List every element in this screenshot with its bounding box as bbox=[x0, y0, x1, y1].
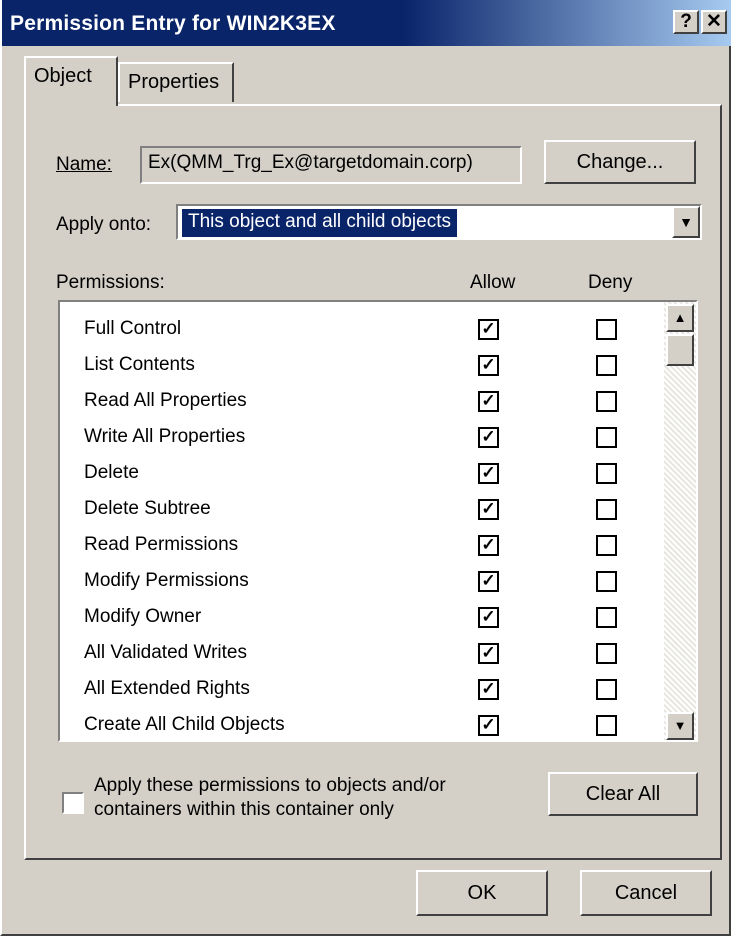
permission-row: Modify Permissions ✓ bbox=[60, 564, 660, 600]
permission-row: All Validated Writes ✓ bbox=[60, 636, 660, 672]
deny-checkbox[interactable] bbox=[596, 571, 617, 592]
allow-checkbox[interactable]: ✓ bbox=[478, 571, 499, 592]
tab-object[interactable]: Object bbox=[24, 56, 118, 106]
permission-name: Read All Properties bbox=[84, 390, 247, 411]
permission-row: Read All Properties ✓ bbox=[60, 384, 660, 420]
permission-name: All Validated Writes bbox=[84, 642, 247, 663]
allow-checkbox[interactable]: ✓ bbox=[478, 679, 499, 700]
deny-checkbox[interactable] bbox=[596, 679, 617, 700]
apply-container-only-checkbox[interactable] bbox=[62, 792, 84, 814]
permission-name: Modify Owner bbox=[84, 606, 202, 627]
dropdown-arrow-button[interactable]: ▼ bbox=[672, 206, 700, 238]
close-button[interactable]: ✕ bbox=[701, 10, 727, 34]
deny-checkbox[interactable] bbox=[596, 319, 617, 340]
apply-container-only-line1: Apply these permissions to objects and/o… bbox=[94, 775, 446, 796]
scroll-down-icon: ▼ bbox=[673, 718, 687, 733]
deny-checkbox[interactable] bbox=[596, 391, 617, 412]
apply-container-only-line2: containers within this container only bbox=[94, 799, 394, 820]
cancel-button[interactable]: Cancel bbox=[580, 870, 712, 916]
scroll-up-icon: ▲ bbox=[673, 310, 687, 325]
allow-checkbox[interactable]: ✓ bbox=[478, 319, 499, 340]
chevron-down-icon: ▼ bbox=[679, 214, 693, 230]
permission-row: Create All Child Objects ✓ bbox=[60, 708, 660, 740]
name-label: Name: bbox=[56, 154, 112, 175]
permissions-label: Permissions: bbox=[56, 272, 165, 293]
allow-checkbox[interactable]: ✓ bbox=[478, 643, 499, 664]
allow-header: Allow bbox=[470, 272, 516, 293]
deny-checkbox[interactable] bbox=[596, 463, 617, 484]
scroll-up-button[interactable]: ▲ bbox=[666, 304, 694, 332]
permission-row: Modify Owner ✓ bbox=[60, 600, 660, 636]
allow-checkbox[interactable]: ✓ bbox=[478, 391, 499, 412]
apply-onto-selected: This object and all child objects bbox=[181, 208, 458, 238]
close-icon: ✕ bbox=[706, 11, 722, 32]
allow-checkbox[interactable]: ✓ bbox=[478, 499, 499, 520]
scroll-down-button[interactable]: ▼ bbox=[666, 712, 694, 740]
change-button[interactable]: Change... bbox=[544, 140, 696, 184]
deny-checkbox[interactable] bbox=[596, 499, 617, 520]
name-field: Ex(QMM_Trg_Ex@targetdomain.corp) bbox=[140, 146, 522, 184]
tab-object-label: Object bbox=[34, 65, 92, 87]
permission-row: Write All Properties ✓ bbox=[60, 420, 660, 456]
apply-onto-label: Apply onto: bbox=[56, 214, 152, 235]
permission-name: List Contents bbox=[84, 354, 195, 375]
scroll-thumb[interactable] bbox=[666, 334, 694, 366]
permissions-scrollbar[interactable]: ▲ ▼ bbox=[664, 302, 696, 740]
permission-name: Create All Child Objects bbox=[84, 714, 285, 735]
apply-container-only-label[interactable]: Apply these permissions to objects and/o… bbox=[94, 774, 474, 822]
permission-row: Delete ✓ bbox=[60, 456, 660, 492]
ok-button[interactable]: OK bbox=[416, 870, 548, 916]
deny-checkbox[interactable] bbox=[596, 355, 617, 376]
permission-row: Full Control ✓ bbox=[60, 312, 660, 348]
permission-row: List Contents ✓ bbox=[60, 348, 660, 384]
permission-entry-dialog: Permission Entry for WIN2K3EX ? ✕ Object… bbox=[0, 0, 731, 936]
allow-checkbox[interactable]: ✓ bbox=[478, 427, 499, 448]
permission-name: Write All Properties bbox=[84, 426, 246, 447]
allow-checkbox[interactable]: ✓ bbox=[478, 607, 499, 628]
permission-row: Delete Subtree ✓ bbox=[60, 492, 660, 528]
deny-checkbox[interactable] bbox=[596, 535, 617, 556]
allow-checkbox[interactable]: ✓ bbox=[478, 355, 499, 376]
allow-checkbox[interactable]: ✓ bbox=[478, 463, 499, 484]
permission-name: All Extended Rights bbox=[84, 678, 250, 699]
tab-properties[interactable]: Properties bbox=[118, 62, 234, 102]
window-title: Permission Entry for WIN2K3EX bbox=[10, 12, 336, 35]
apply-onto-select[interactable]: This object and all child objects ▼ bbox=[176, 204, 702, 240]
tab-properties-label: Properties bbox=[128, 71, 220, 93]
deny-checkbox[interactable] bbox=[596, 607, 617, 628]
permissions-list[interactable]: Full Control ✓ List Contents ✓ Read All Prop… bbox=[58, 300, 698, 742]
permission-name: Full Control bbox=[84, 318, 182, 339]
deny-header: Deny bbox=[588, 272, 633, 293]
permission-name: Delete bbox=[84, 462, 139, 483]
deny-checkbox[interactable] bbox=[596, 715, 617, 736]
title-bar[interactable]: Permission Entry for WIN2K3EX ? ✕ bbox=[2, 0, 731, 46]
deny-checkbox[interactable] bbox=[596, 643, 617, 664]
help-icon: ? bbox=[680, 11, 692, 32]
permission-name: Delete Subtree bbox=[84, 498, 211, 519]
permission-row: All Extended Rights ✓ bbox=[60, 672, 660, 708]
object-tab-panel: Name: Ex(QMM_Trg_Ex@targetdomain.corp) C… bbox=[24, 104, 722, 860]
help-button[interactable]: ? bbox=[673, 10, 699, 34]
allow-checkbox[interactable]: ✓ bbox=[478, 535, 499, 556]
permission-name: Read Permissions bbox=[84, 534, 239, 555]
permission-name: Modify Permissions bbox=[84, 570, 249, 591]
allow-checkbox[interactable]: ✓ bbox=[478, 715, 499, 736]
deny-checkbox[interactable] bbox=[596, 427, 617, 448]
clear-all-button[interactable]: Clear All bbox=[548, 772, 698, 816]
permission-row: Read Permissions ✓ bbox=[60, 528, 660, 564]
